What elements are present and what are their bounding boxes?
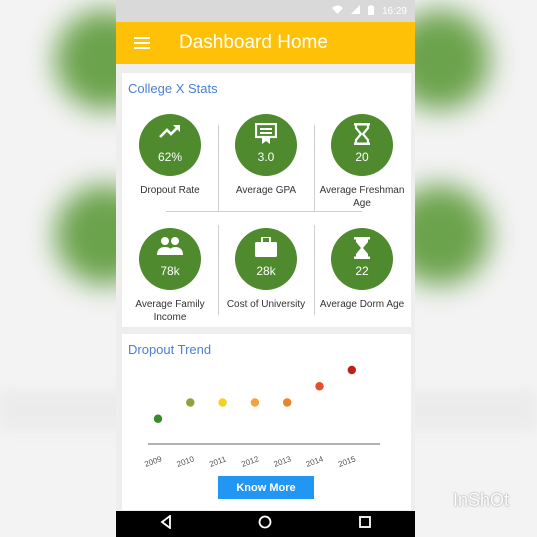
data-point-2014 [315,382,324,391]
stat-circle: 3.0 [235,114,297,176]
battery-icon [367,4,374,18]
x-tick-label: 2015 [337,454,357,469]
menu-button[interactable] [116,22,168,64]
stat-label: Average Family Income [135,299,205,323]
back-icon[interactable] [159,513,173,534]
x-tick-label: 2013 [272,454,292,469]
hourglass-icon [331,123,393,145]
stat-value: 28k [256,264,276,278]
stats-card-title: College X Stats [128,81,218,96]
stat-label: Average Freshman Age [319,185,405,209]
stat-label: Cost of University [226,299,306,310]
android-nav-bar [116,511,415,537]
people-icon [139,237,201,255]
data-point-2011 [218,398,227,407]
stat-circle: 62% [139,114,201,176]
hourglass-filled-icon [331,237,393,259]
page-title: Dashboard Home [179,32,328,53]
signal-icon [350,5,360,17]
hamburger-icon [134,37,150,49]
stat-tile-average-gpa[interactable]: 3.0 Average GPA [218,114,314,197]
briefcase-icon [235,237,297,257]
recents-icon[interactable] [358,515,372,534]
status-time: 16:29 [381,5,407,17]
stat-label: Average GPA [235,185,297,196]
stat-circle: 28k [235,228,297,290]
stat-value: 62% [157,150,183,164]
trending-up-icon [139,123,201,139]
stat-label: Dropout Rate [140,185,200,196]
stat-label: Average Dorm Age [319,299,405,310]
status-bar: 16:29 [116,0,415,22]
data-point-2015 [347,365,356,375]
stat-value: 3.0 [257,150,275,164]
stats-card: College X Stats 62% Dropout Rate 3.0 Ave… [122,73,411,327]
stat-value: 22 [355,264,369,278]
stat-tile-average-freshman-age[interactable]: 20 Average Freshman Age [314,114,410,210]
stat-value: 20 [355,150,369,164]
stat-tile-average-dorm-age[interactable]: 22 Average Dorm Age [314,228,410,311]
stat-tile-average-family-income[interactable]: 78k Average Family Income [122,228,218,324]
x-tick-label: 2011 [208,454,228,469]
data-point-2010 [186,398,195,407]
phone-screen: 16:29 Dashboard Home College X Stats 62%… [116,0,415,537]
x-tick-label: 2009 [143,454,163,469]
stat-circle: 78k [139,228,201,290]
stat-tile-dropout-rate[interactable]: 62% Dropout Rate [122,114,218,197]
stat-tile-cost-of-university[interactable]: 28k Cost of University [218,228,314,311]
certificate-icon [235,123,297,145]
app-bar: Dashboard Home [116,22,415,64]
stat-circle: 22 [331,228,393,290]
know-more-button[interactable]: Know More [218,476,314,499]
stat-value: 78k [160,264,180,278]
data-point-2009 [153,414,163,423]
x-tick-label: 2014 [305,454,325,469]
stat-circle: 20 [331,114,393,176]
divider [166,211,362,212]
data-point-2013 [283,398,292,407]
wifi-icon [331,5,343,17]
x-tick-label: 2012 [240,454,260,469]
x-tick-label: 2010 [176,454,196,469]
data-point-2012 [250,398,260,407]
inshot-watermark: InShOt [452,490,509,510]
home-icon[interactable] [258,515,272,534]
